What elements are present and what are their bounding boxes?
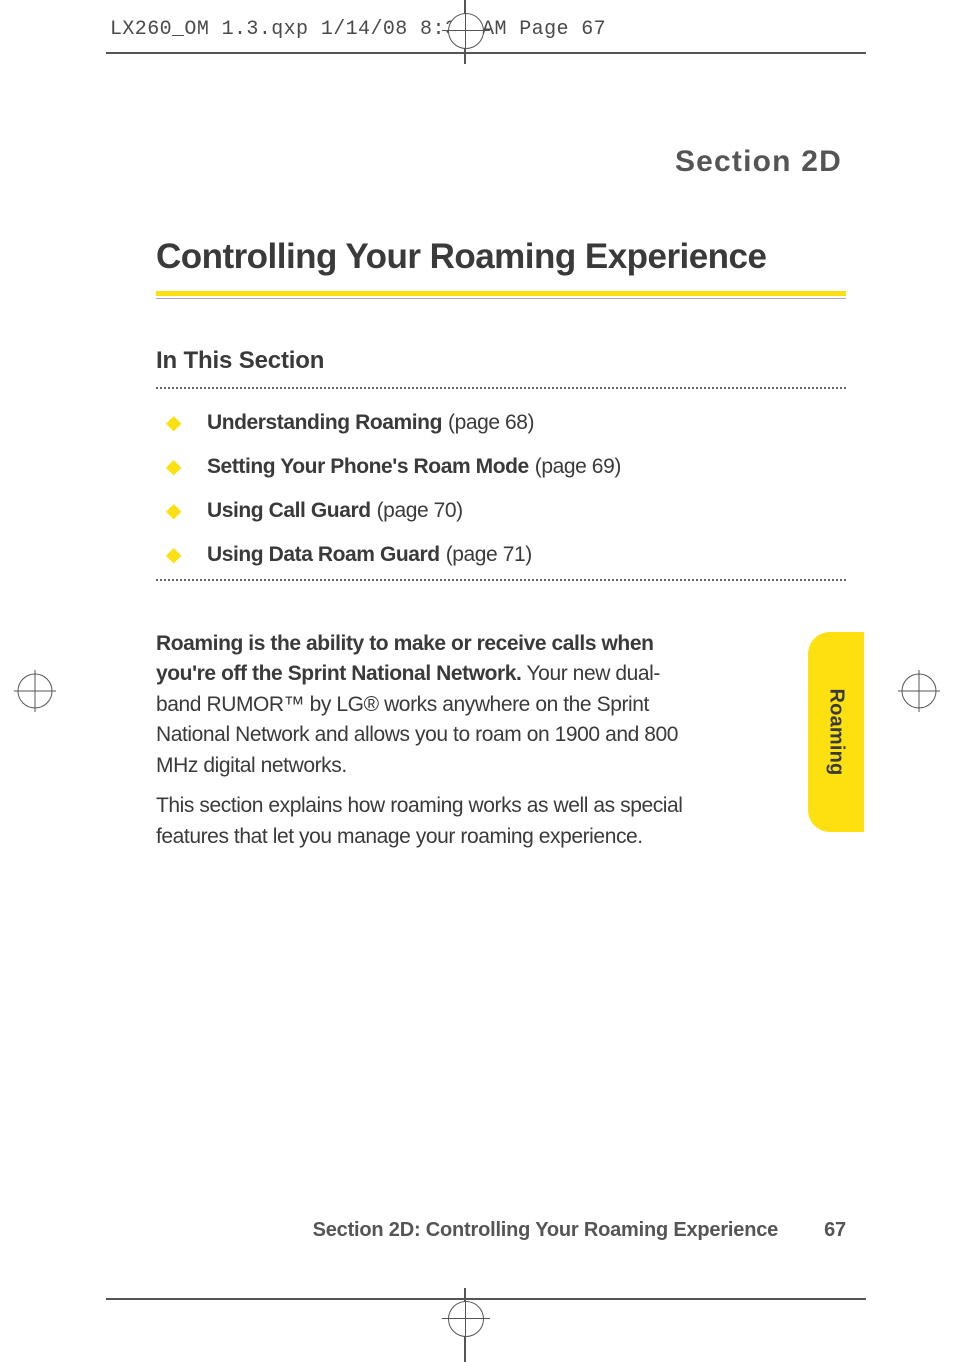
registration-mark-icon <box>898 670 940 712</box>
title-rule-accent <box>156 291 846 296</box>
print-header-slug: LX260_OM 1.3.qxp 1/14/08 8:35 AM Page 67 <box>110 18 606 41</box>
toc-item-title: Using Data Roam Guard <box>207 543 440 567</box>
dotted-rule <box>156 387 846 389</box>
toc-item-page: (page 69) <box>535 455 621 479</box>
registration-mark-icon <box>448 13 484 49</box>
diamond-bullet-icon: ◆ <box>166 413 181 433</box>
subhead-in-this-section: In This Section <box>156 347 846 375</box>
section-label: Section 2D <box>156 145 842 179</box>
toc-item: ◆ Using Data Roam Guard (page 71) <box>156 543 846 567</box>
toc-list: ◆ Understanding Roaming (page 68) ◆ Sett… <box>156 411 846 567</box>
toc-item-title: Using Call Guard <box>207 499 371 523</box>
diamond-bullet-icon: ◆ <box>166 457 181 477</box>
diamond-bullet-icon: ◆ <box>166 545 181 565</box>
dotted-rule <box>156 579 846 581</box>
body-paragraph: This section explains how roaming works … <box>156 791 696 852</box>
title-rule <box>156 298 846 299</box>
diamond-bullet-icon: ◆ <box>166 501 181 521</box>
toc-item-page: (page 68) <box>448 411 534 435</box>
footer-page-number: 67 <box>824 1219 846 1242</box>
footer-section-title: Section 2D: Controlling Your Roaming Exp… <box>313 1219 778 1242</box>
toc-item: ◆ Using Call Guard (page 70) <box>156 499 846 523</box>
toc-item: ◆ Setting Your Phone's Roam Mode (page 6… <box>156 455 846 479</box>
crop-mark <box>106 1298 866 1300</box>
toc-item-title: Understanding Roaming <box>207 411 442 435</box>
crop-mark <box>106 52 866 54</box>
page-footer: Section 2D: Controlling Your Roaming Exp… <box>156 1219 846 1242</box>
body-copy: Roaming is the ability to make or receiv… <box>156 629 696 852</box>
registration-mark-icon <box>14 670 56 712</box>
toc-item-title: Setting Your Phone's Roam Mode <box>207 455 529 479</box>
chapter-title: Controlling Your Roaming Experience <box>156 237 846 277</box>
toc-item: ◆ Understanding Roaming (page 68) <box>156 411 846 435</box>
registration-mark-icon <box>448 1301 484 1337</box>
toc-item-page: (page 71) <box>446 543 532 567</box>
body-paragraph: Roaming is the ability to make or receiv… <box>156 629 696 781</box>
toc-item-page: (page 70) <box>377 499 463 523</box>
